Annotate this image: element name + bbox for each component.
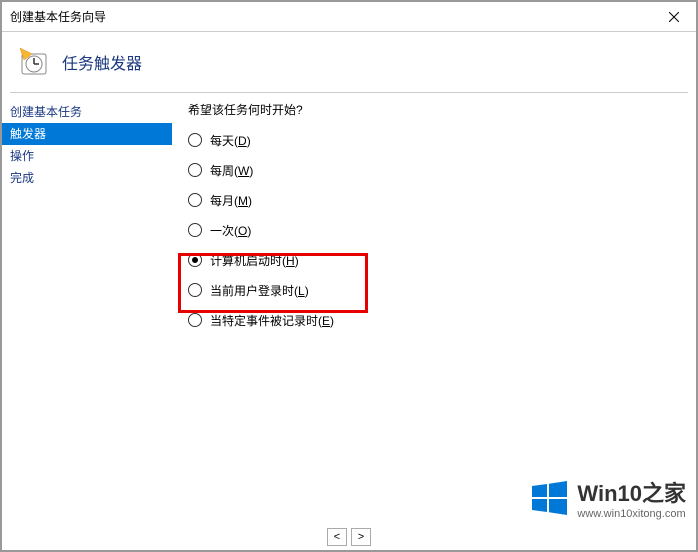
option-label: 当特定事件被记录时(E) [210, 312, 334, 329]
task-scheduler-icon [18, 46, 50, 78]
close-icon [669, 12, 679, 22]
option-label: 每周(W) [210, 162, 253, 179]
titlebar: 创建基本任务向导 [2, 2, 696, 32]
trigger-prompt: 希望该任务何时开始? [188, 101, 696, 118]
pager: < > [327, 528, 371, 546]
option-on-event[interactable]: 当特定事件被记录时(E) [188, 310, 696, 330]
wizard-page-title: 任务触发器 [62, 50, 142, 74]
pager-prev-button[interactable]: < [327, 528, 347, 546]
radio-icon[interactable] [188, 313, 202, 327]
wizard-window: 创建基本任务向导 任务触发器 创建基本任务 触发器 操作 完成 希望该任务何时开… [2, 2, 696, 550]
option-label: 一次(O) [210, 222, 251, 239]
trigger-options: 每天(D) 每周(W) 每月(M) 一次(O) 计算机启动时(H) [188, 130, 696, 330]
option-once[interactable]: 一次(O) [188, 220, 696, 240]
windows-logo-icon [529, 478, 569, 518]
option-label: 每月(M) [210, 192, 252, 209]
option-at-logon[interactable]: 当前用户登录时(L) [188, 280, 696, 300]
watermark-brand: Win10之家 [577, 476, 686, 508]
option-weekly[interactable]: 每周(W) [188, 160, 696, 180]
option-monthly[interactable]: 每月(M) [188, 190, 696, 210]
radio-icon[interactable] [188, 163, 202, 177]
sidebar-step-trigger[interactable]: 触发器 [2, 123, 172, 145]
radio-icon[interactable] [188, 223, 202, 237]
radio-icon[interactable] [188, 253, 202, 267]
window-title: 创建基本任务向导 [10, 8, 106, 25]
option-at-startup[interactable]: 计算机启动时(H) [188, 250, 696, 270]
wizard-header: 任务触发器 [2, 32, 696, 92]
watermark: Win10之家 www.win10xitong.com [529, 476, 686, 520]
option-label: 当前用户登录时(L) [210, 282, 309, 299]
wizard-main-panel: 希望该任务何时开始? 每天(D) 每周(W) 每月(M) 一次(O) [172, 93, 696, 453]
option-daily[interactable]: 每天(D) [188, 130, 696, 150]
sidebar-step-create-task[interactable]: 创建基本任务 [2, 101, 172, 123]
radio-icon[interactable] [188, 193, 202, 207]
close-button[interactable] [651, 2, 696, 31]
radio-icon[interactable] [188, 133, 202, 147]
wizard-content: 创建基本任务 触发器 操作 完成 希望该任务何时开始? 每天(D) 每周(W) … [2, 93, 696, 453]
option-label: 每天(D) [210, 132, 251, 149]
pager-next-button[interactable]: > [351, 528, 371, 546]
wizard-steps-sidebar: 创建基本任务 触发器 操作 完成 [2, 93, 172, 453]
option-label: 计算机启动时(H) [210, 252, 299, 269]
sidebar-step-action[interactable]: 操作 [2, 145, 172, 167]
watermark-url: www.win10xitong.com [577, 508, 686, 520]
sidebar-step-finish[interactable]: 完成 [2, 167, 172, 189]
radio-icon[interactable] [188, 283, 202, 297]
